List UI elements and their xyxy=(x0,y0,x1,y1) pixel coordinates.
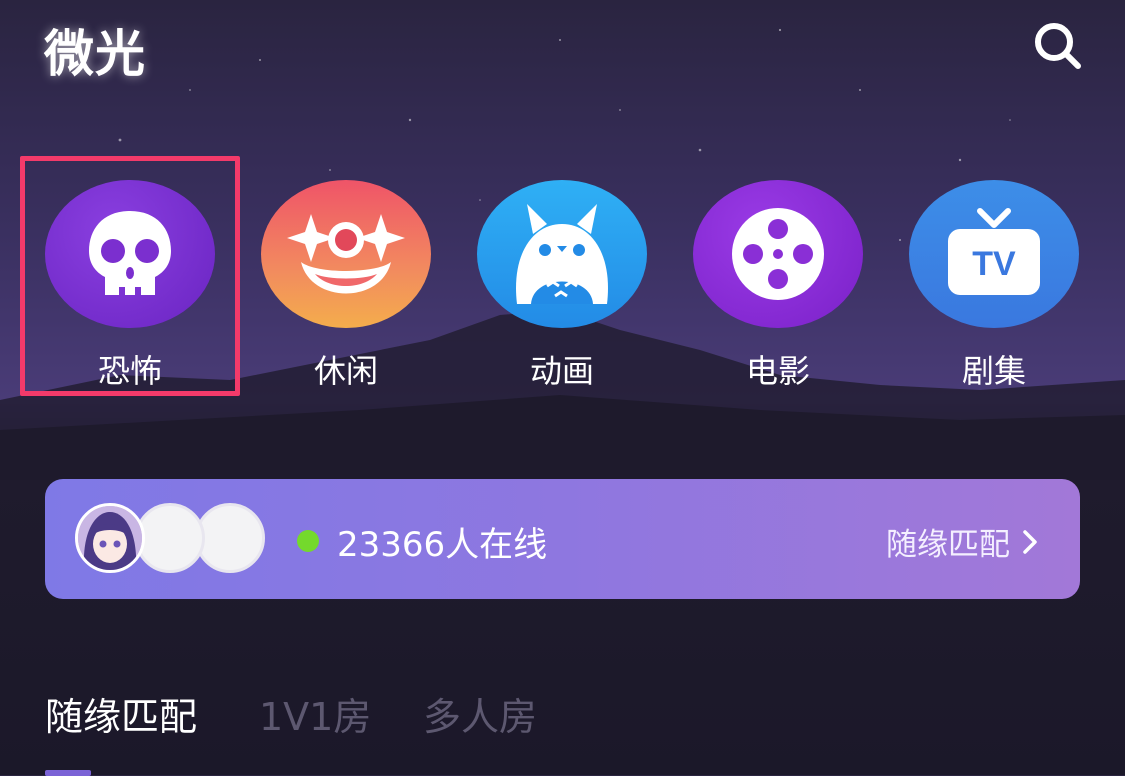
active-tab-indicator xyxy=(45,770,91,776)
clown-face-icon xyxy=(287,214,405,294)
category-series[interactable]: TV 剧集 xyxy=(904,180,1080,390)
totoro-icon xyxy=(516,204,608,304)
anime-girl-avatar-icon xyxy=(78,506,142,570)
category-series-badge: TV xyxy=(909,180,1079,328)
chevron-right-icon xyxy=(1023,529,1037,554)
search-icon[interactable] xyxy=(1030,18,1086,74)
category-animation-badge xyxy=(477,180,647,328)
online-match-bar[interactable]: 23366人在线 随缘匹配 xyxy=(45,479,1080,599)
category-label: 电影 xyxy=(745,352,810,390)
avatar xyxy=(75,503,145,573)
tv-icon: TV xyxy=(948,208,1040,295)
app-title: 微光 xyxy=(44,25,146,83)
online-status-dot xyxy=(297,530,319,552)
tab-1v1-room[interactable]: 1V1房 xyxy=(259,686,371,741)
category-casual[interactable]: 休闲 xyxy=(256,180,432,390)
svg-text:TV: TV xyxy=(972,245,1016,283)
random-match-link[interactable]: 随缘匹配 xyxy=(886,519,1038,564)
category-label: 剧集 xyxy=(961,352,1026,390)
online-count: 23366人在线 xyxy=(337,525,548,565)
category-movie[interactable]: 电影 xyxy=(688,180,864,390)
category-movie-badge xyxy=(693,180,863,328)
search-button[interactable] xyxy=(1030,18,1086,74)
category-animation[interactable]: 动画 xyxy=(472,180,648,390)
film-reel-icon xyxy=(732,208,824,300)
selected-category-highlight xyxy=(20,156,240,396)
avatar xyxy=(135,503,205,573)
random-match-label: 随缘匹配 xyxy=(886,527,1010,563)
avatar xyxy=(195,503,265,573)
category-label: 休闲 xyxy=(313,352,378,390)
category-label: 动画 xyxy=(529,352,594,390)
tab-random-match[interactable]: 随缘匹配 xyxy=(45,686,197,741)
category-casual-badge xyxy=(261,180,431,328)
tab-multi-room[interactable]: 多人房 xyxy=(423,686,537,741)
